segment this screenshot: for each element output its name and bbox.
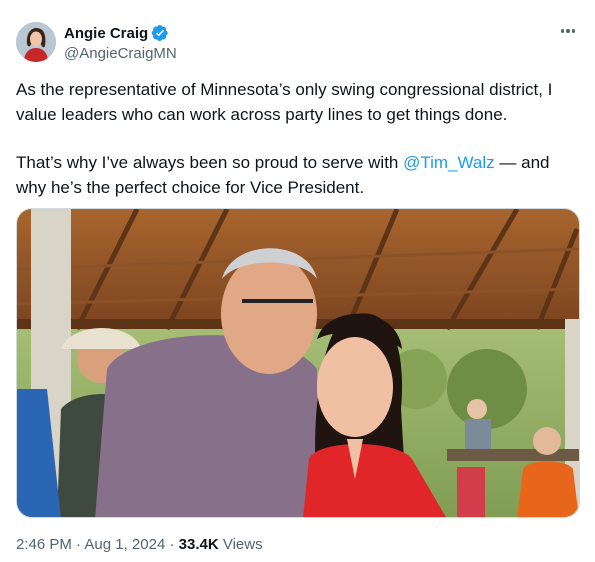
author-names: Angie Craig @AngieCraigMN — [64, 24, 177, 63]
author-handle[interactable]: @AngieCraigMN — [64, 45, 177, 62]
author-display-name[interactable]: Angie Craig — [64, 25, 148, 42]
tweet-date[interactable]: Aug 1, 2024 — [84, 536, 165, 553]
tweet-meta: 2:46 PM · Aug 1, 2024 · 33.4K Views — [16, 536, 263, 553]
tweet-paragraph-1: As the representative of Minnesota’s onl… — [16, 80, 553, 124]
tweet-time[interactable]: 2:46 PM — [16, 536, 72, 553]
views-label: Views — [222, 536, 263, 553]
author-avatar[interactable] — [16, 22, 56, 62]
tweet-text: As the representative of Minnesota’s onl… — [16, 77, 581, 200]
verified-badge-icon[interactable] — [151, 24, 169, 42]
tweet-photo[interactable] — [16, 208, 580, 518]
mention-link[interactable]: @Tim_Walz — [403, 153, 495, 172]
tweet-header: Angie Craig @AngieCraigMN — [16, 20, 579, 64]
tweet-card: Angie Craig @AngieCraigMN As the represe… — [0, 0, 595, 562]
tweet-text-before-mention: That’s why I’ve always been so proud to … — [16, 153, 404, 172]
more-options-icon[interactable] — [557, 22, 579, 40]
views-count: 33.4K — [178, 536, 219, 553]
meta-separator: · — [169, 536, 175, 553]
tweet-paragraph-2: That’s why I’ve always been so proud to … — [16, 150, 581, 200]
meta-separator: · — [76, 536, 82, 553]
